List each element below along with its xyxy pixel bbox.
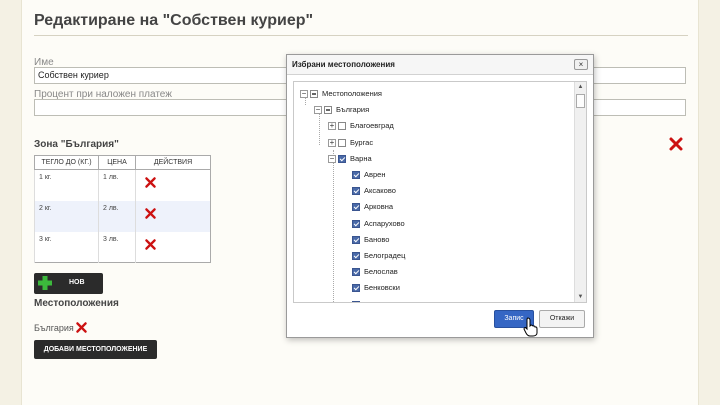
rates-table: ТЕГЛО ДО (КГ.) ЦЕНА ДЕЙСТВИЯ 1 кг. 1 лв.… — [34, 155, 211, 263]
delete-row-icon[interactable] — [144, 176, 157, 189]
tree-node-label[interactable]: Варна — [350, 153, 372, 165]
close-icon[interactable]: × — [574, 59, 588, 70]
weight-cell: 2 кг. — [34, 200, 99, 232]
remove-location-icon[interactable] — [75, 321, 88, 334]
tree-scrollbar[interactable]: ▲ ▼ — [574, 82, 586, 302]
location-tree: ▲ ▼ − Местоположения − България + Благоевград… — [293, 81, 587, 303]
price-cell: 2 лв. — [98, 200, 136, 232]
scroll-thumb[interactable] — [576, 94, 585, 108]
location-checkbox[interactable] — [352, 219, 360, 228]
tree-node: Аврен — [342, 169, 564, 181]
dialog-title: Избрани местоположения — [292, 60, 395, 69]
weight-cell: 1 кг. — [34, 169, 99, 201]
zone-title: Зона "България" — [34, 139, 119, 150]
actions-cell — [135, 200, 211, 232]
location-checkbox[interactable] — [338, 154, 346, 163]
tree-node: Арковна — [342, 201, 564, 213]
tree-node-label[interactable]: Благоевград — [350, 120, 394, 132]
table-row: 3 кг. 3 лв. — [34, 231, 211, 263]
location-checkbox[interactable] — [352, 268, 360, 277]
table-row: 2 кг. 2 лв. — [34, 200, 211, 232]
tree-node: Аспарухово — [342, 218, 564, 230]
tree-node: + Бургас — [328, 137, 564, 149]
tree-node-label[interactable]: Белоградец — [364, 250, 405, 262]
tree-node-label[interactable]: Бургас — [350, 137, 373, 149]
actions-cell — [135, 231, 211, 263]
expand-icon[interactable]: + — [328, 138, 336, 147]
tree-node-label[interactable]: България — [336, 104, 369, 116]
scroll-up-icon[interactable]: ▲ — [575, 82, 586, 92]
table-row: 1 кг. 1 лв. — [34, 169, 211, 201]
location-checkbox[interactable] — [352, 284, 360, 293]
new-rate-label: НОВ — [69, 279, 85, 286]
location-checkbox[interactable] — [352, 252, 360, 260]
tree-node-label[interactable]: Баново — [364, 234, 389, 246]
add-location-button[interactable]: ДОБАВИ МЕСТОПОЛОЖЕНИЕ — [34, 340, 157, 359]
scroll-down-icon[interactable]: ▼ — [575, 292, 586, 302]
location-checkbox[interactable] — [352, 203, 360, 212]
location-checkbox[interactable] — [324, 106, 332, 115]
collapse-icon[interactable]: − — [300, 90, 308, 98]
collapse-icon[interactable]: − — [328, 154, 336, 163]
actions-cell — [135, 169, 211, 201]
delete-row-icon[interactable] — [144, 207, 157, 220]
cancel-button[interactable]: Откажи — [539, 310, 585, 328]
plus-icon — [38, 276, 52, 290]
tree-node-label[interactable]: Арковна — [364, 201, 393, 213]
tree-node-label[interactable]: Аврен — [364, 169, 385, 181]
tree-node: Бенковски — [342, 282, 564, 294]
location-checkbox[interactable] — [352, 235, 360, 244]
tree-node-label[interactable]: Аспарухово — [364, 218, 405, 230]
new-rate-button[interactable]: НОВ — [34, 273, 103, 294]
price-cell: 1 лв. — [98, 169, 136, 201]
locations-title: Местоположения — [34, 298, 119, 309]
tree-node-label[interactable]: Близнаци — [364, 299, 398, 302]
expand-icon[interactable]: + — [328, 122, 336, 131]
location-checkbox[interactable] — [338, 138, 346, 147]
tree-node: − България — [314, 104, 564, 116]
tree-node: Белослав — [342, 266, 564, 278]
tree-node-label[interactable]: Бенковски — [364, 282, 400, 294]
location-checkbox[interactable] — [352, 187, 360, 196]
tree-node: − Варна — [328, 153, 564, 165]
tree-node: + Благоевград — [328, 120, 564, 132]
selected-locations-dialog: Избрани местоположения × ▲ ▼ − Местополож… — [286, 54, 594, 338]
column-header-price: ЦЕНА — [98, 155, 136, 170]
title-divider — [34, 35, 688, 36]
weight-cell: 3 кг. — [34, 231, 99, 263]
price-cell: 3 лв. — [98, 231, 136, 263]
tree-node-label[interactable]: Аксаково — [364, 185, 396, 197]
page-title: Редактиране на "Собствен куриер" — [34, 12, 314, 29]
location-checkbox[interactable] — [352, 171, 360, 179]
location-checkbox[interactable] — [310, 90, 318, 98]
delete-zone-icon[interactable] — [668, 136, 684, 152]
tree-node: Аксаково — [342, 185, 564, 197]
tree-node-label[interactable]: Белослав — [364, 266, 398, 278]
tree-node: Баново — [342, 234, 564, 246]
delete-row-icon[interactable] — [144, 238, 157, 251]
location-checkbox[interactable] — [338, 122, 346, 131]
collapse-icon[interactable]: − — [314, 106, 322, 115]
tree-node-label[interactable]: Местоположения — [322, 88, 382, 100]
location-checkbox[interactable] — [352, 300, 360, 302]
dialog-header: Избрани местоположения × — [287, 55, 593, 75]
location-item: България — [34, 321, 88, 334]
hand-cursor-icon — [523, 317, 538, 337]
column-header-actions: ДЕЙСТВИЯ — [135, 155, 211, 170]
tree-node: − Местоположения — [300, 88, 564, 100]
location-label: България — [34, 323, 74, 333]
tree-connector — [333, 150, 334, 302]
tree-node: Близнаци — [342, 299, 564, 302]
tree-node: Белоградец — [342, 250, 564, 262]
column-header-weight: ТЕГЛО ДО (КГ.) — [34, 155, 99, 170]
